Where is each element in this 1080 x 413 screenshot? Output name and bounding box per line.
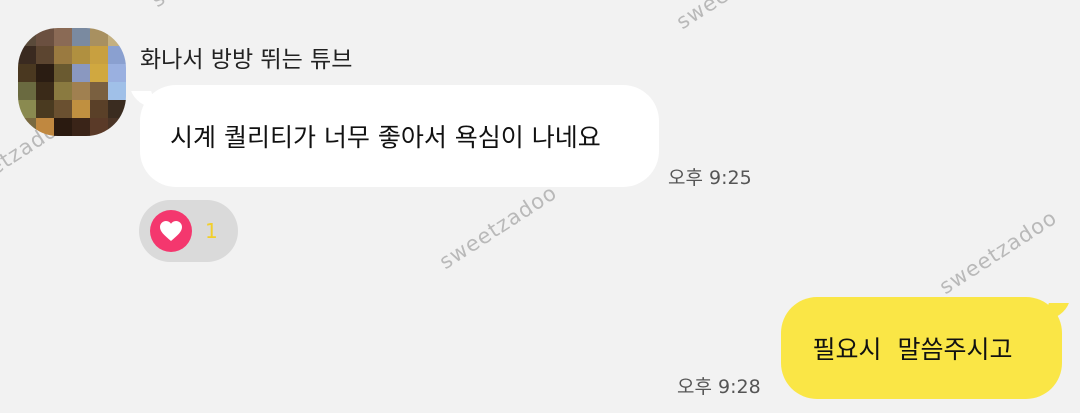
incoming-message-text: 시계 퀄리티가 너무 좋아서 욕심이 나네요 [170,123,601,152]
incoming-message-time: 오후 9:25 [668,167,752,189]
incoming-message-bubble[interactable]: 시계 퀄리티가 너무 좋아서 욕심이 나네요 [140,85,659,187]
outgoing-message-text: 필요시 말씀주시고 [812,335,1013,364]
watermark: sweetzadoo [434,180,562,274]
sender-name: 화나서 방방 뛰는 튜브 [140,47,353,73]
outgoing-message-time: 오후 9:28 [677,376,761,398]
avatar[interactable] [18,28,126,136]
heart-icon [150,210,192,252]
reaction-badge[interactable]: 1 [139,200,238,262]
reaction-count: 1 [205,219,218,243]
watermark: sweetzadoo [672,0,798,34]
watermark: sweetzadoo [147,0,273,12]
outgoing-message-bubble[interactable]: 필요시 말씀주시고 [781,297,1062,399]
watermark: sweetzadoo [934,205,1062,299]
